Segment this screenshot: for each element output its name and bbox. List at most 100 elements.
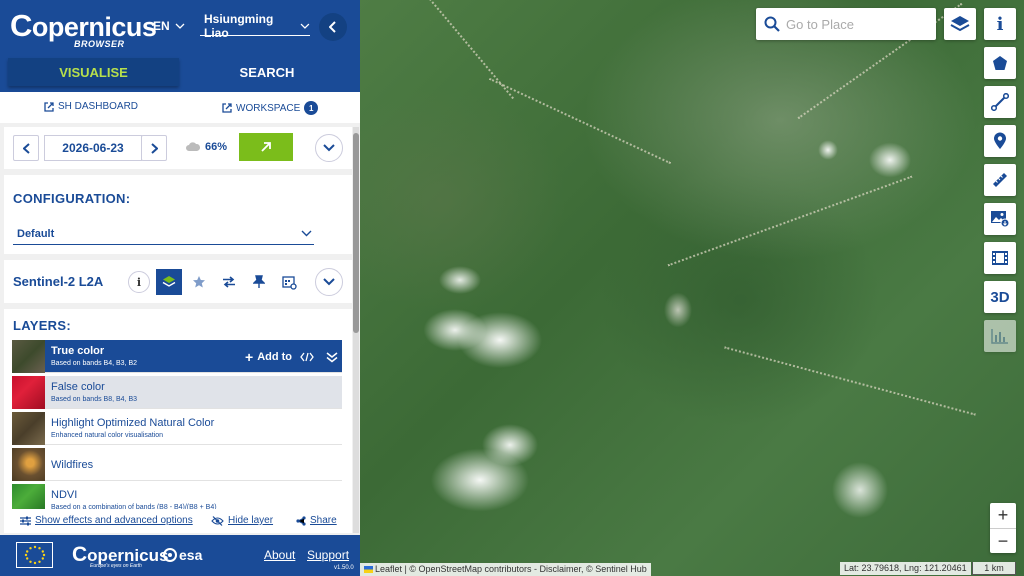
eu-flag-logo[interactable]: [16, 542, 53, 568]
configuration-title: CONFIGURATION:: [13, 191, 131, 206]
dataset-panel: Sentinel-2 L2A i: [4, 260, 352, 303]
favorite-button[interactable]: [186, 269, 212, 295]
download-image-button[interactable]: [984, 203, 1016, 235]
chevron-down-icon: [323, 144, 335, 152]
measure-button[interactable]: [984, 164, 1016, 196]
collapse-sidebar-button[interactable]: [319, 13, 347, 41]
zoom-out-button[interactable]: −: [990, 528, 1016, 553]
calendar-settings-button[interactable]: [276, 269, 302, 295]
show-effects-link[interactable]: Show effects and advanced options: [20, 515, 193, 526]
draw-line-button[interactable]: [984, 86, 1016, 118]
cloud-icon: [186, 142, 201, 151]
go-to-place-input[interactable]: [786, 16, 926, 32]
layer-name: Wildfires: [51, 459, 94, 471]
esa-logo[interactable]: esa: [163, 547, 202, 563]
date-picker[interactable]: 2026-06-23: [44, 135, 142, 161]
ruler-icon: [993, 173, 1007, 187]
add-to-button[interactable]: + Add to: [245, 349, 338, 365]
zoom-in-button[interactable]: +: [990, 503, 1016, 528]
layer-item-highlight-optimized[interactable]: Highlight Optimized Natural Color Enhanc…: [12, 412, 342, 445]
esa-emblem-icon: [163, 548, 177, 562]
zoom-control: + −: [990, 503, 1016, 553]
layer-description: Based on bands B4, B3, B2: [51, 360, 138, 367]
sidebar-scrollbar[interactable]: [353, 127, 359, 533]
pentagon-icon: [993, 56, 1007, 70]
scrollbar-thumb[interactable]: [353, 133, 359, 333]
layer-description: Enhanced natural color visualisation: [51, 432, 164, 439]
basemap-layers-button[interactable]: [944, 8, 976, 40]
chevron-down-icon: [301, 230, 312, 237]
calendar-gear-icon: [281, 275, 297, 290]
map-view[interactable]: i 3D + − Leaflet | © OpenStreetMap contr…: [360, 0, 1024, 576]
map-scale: 1 km: [972, 562, 1016, 575]
map-river: [667, 175, 913, 267]
workspace-count-badge: 1: [304, 101, 319, 115]
tab-visualise[interactable]: VISUALISE: [8, 58, 179, 86]
share-link[interactable]: Share: [296, 515, 337, 526]
info-icon: i: [128, 271, 150, 293]
double-chevron-down-icon: [326, 351, 338, 362]
plus-icon: +: [245, 349, 254, 365]
go-to-place-search[interactable]: [756, 8, 936, 40]
layer-thumbnail: [12, 448, 45, 481]
map-pin-icon: [994, 132, 1006, 149]
user-menu[interactable]: Hsiungming Liao: [200, 12, 310, 40]
configuration-panel: CONFIGURATION: Default: [4, 175, 352, 254]
layer-thumbnail: [12, 340, 45, 373]
next-date-button[interactable]: [141, 135, 167, 161]
chevron-left-icon: [22, 142, 30, 154]
share-icon: [296, 515, 306, 526]
sh-dashboard-link[interactable]: SH DASHBOARD: [44, 101, 138, 112]
esa-logo-text: esa: [179, 547, 203, 563]
dataset-name: Sentinel-2 L2A: [13, 274, 104, 289]
hide-layer-label: Hide layer: [228, 515, 274, 526]
layer-item-true-color[interactable]: True color Based on bands B4, B3, B2 + A…: [12, 340, 342, 373]
sh-dashboard-label: SH DASHBOARD: [58, 101, 139, 112]
dataset-info-button[interactable]: i: [126, 269, 152, 295]
layer-actions-bar: Show effects and advanced options Hide l…: [4, 509, 352, 533]
chevron-down-icon: [323, 278, 335, 286]
logo-text: Copernicus: [10, 8, 157, 43]
layer-item-wildfires[interactable]: Wildfires: [12, 448, 342, 481]
compare-button[interactable]: [216, 269, 242, 295]
dataset-layers-button[interactable]: [156, 269, 182, 295]
workspace-link[interactable]: WORKSPACE 1: [222, 101, 319, 115]
chevron-down-icon: [175, 23, 185, 29]
place-marker-button[interactable]: [984, 125, 1016, 157]
timelapse-button[interactable]: [984, 242, 1016, 274]
layer-name: Highlight Optimized Natural Color: [51, 417, 215, 429]
cloud-coverage[interactable]: 66%: [185, 141, 227, 153]
chevron-left-icon: [329, 21, 336, 33]
map-attribution[interactable]: Leaflet | © OpenStreetMap contributors -…: [360, 563, 651, 576]
histogram-button[interactable]: [984, 320, 1016, 352]
layers-title: LAYERS:: [13, 318, 71, 333]
3d-view-button[interactable]: 3D: [984, 281, 1016, 313]
hide-layer-link[interactable]: Hide layer: [211, 515, 273, 526]
user-name: Hsiungming Liao: [204, 11, 274, 40]
search-dates-button[interactable]: [239, 133, 293, 161]
pin-button[interactable]: [246, 269, 272, 295]
layer-item-false-color[interactable]: False color Based on bands B8, B4, B3: [12, 376, 342, 409]
map-river: [724, 346, 976, 416]
sidebar-footer: Copernicus Europe's eyes on Earth esa Ab…: [0, 535, 360, 576]
previous-date-button[interactable]: [13, 135, 39, 161]
language-select[interactable]: EN: [153, 19, 185, 33]
layer-item-ndvi[interactable]: NDVI Based on a combination of bands (B8…: [12, 484, 342, 511]
layers-icon: [162, 276, 176, 287]
tab-search[interactable]: SEARCH: [182, 58, 352, 86]
cloud-coverage-value: 66%: [205, 141, 228, 153]
support-link[interactable]: Support: [307, 548, 349, 562]
draw-polygon-button[interactable]: [984, 47, 1016, 79]
info-button[interactable]: i: [984, 8, 1016, 40]
expand-date-options-button[interactable]: [315, 134, 343, 162]
expand-dataset-button[interactable]: [315, 268, 343, 296]
info-icon: i: [996, 13, 1004, 35]
chevron-down-icon: [300, 23, 310, 29]
about-link[interactable]: About: [264, 548, 295, 562]
external-link-icon: [222, 103, 232, 113]
copernicus-browser-logo[interactable]: Copernicus BROWSER: [10, 8, 157, 49]
date-panel: 2026-06-23 66%: [4, 127, 352, 169]
configuration-select[interactable]: Default: [13, 223, 314, 245]
sidebar-header: Copernicus BROWSER EN Hsiungming Liao VI…: [0, 0, 360, 92]
image-download-icon: [991, 211, 1010, 228]
